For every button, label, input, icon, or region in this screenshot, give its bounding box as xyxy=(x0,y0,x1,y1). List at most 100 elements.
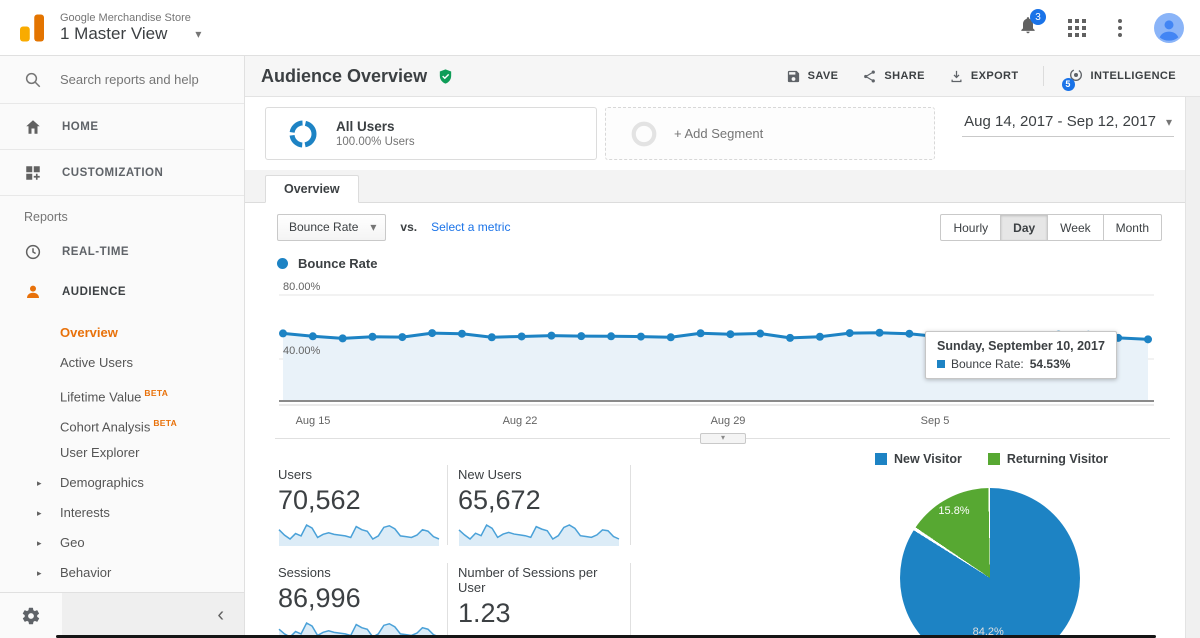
granularity-month-button[interactable]: Month xyxy=(1103,214,1162,241)
share-label: SHARE xyxy=(884,70,925,82)
chevron-right-icon[interactable]: ▸ xyxy=(37,468,42,498)
sidebar-search[interactable] xyxy=(0,56,244,104)
pie-legend-new-visitor: New Visitor xyxy=(875,452,962,466)
collapse-sidebar-button[interactable]: ‹ xyxy=(217,604,224,627)
sidebar-item-customization[interactable]: CUSTOMIZATION xyxy=(0,150,244,196)
metric-value: 86,996 xyxy=(278,583,446,614)
intelligence-button[interactable]: 5 INTELLIGENCE xyxy=(1068,67,1176,86)
sidebar-item-user-explorer[interactable]: User Explorer xyxy=(0,438,244,468)
tab-label: Overview xyxy=(284,182,340,196)
metric-value: 70,562 xyxy=(278,485,446,516)
segment-donut-icon xyxy=(288,119,318,149)
divider xyxy=(447,563,448,638)
subnav-label: Behavior xyxy=(60,565,111,580)
legend-dot-icon xyxy=(277,258,288,269)
sparkline-chart xyxy=(278,521,440,547)
legend-square-icon xyxy=(875,453,887,465)
scorecard-sessions-per-user[interactable]: Number of Sessions per User 1.23 xyxy=(458,565,626,638)
granularity-day-button[interactable]: Day xyxy=(1000,214,1048,241)
audience-subnav: Overview Active Users Lifetime ValueBETA… xyxy=(0,318,244,588)
segment-title: All Users xyxy=(336,119,415,134)
verified-shield-icon xyxy=(437,68,454,85)
sidebar-item-label: CUSTOMIZATION xyxy=(62,167,163,179)
sidebar-item-interests[interactable]: ▸ Interests xyxy=(0,498,244,528)
subnav-label: Demographics xyxy=(60,475,144,490)
subnav-label: Overview xyxy=(60,325,118,340)
export-button[interactable]: EXPORT xyxy=(949,69,1019,84)
admin-settings-button[interactable] xyxy=(0,593,62,638)
segment-all-users[interactable]: All Users 100.00% Users xyxy=(265,107,597,160)
sidebar-item-demographics[interactable]: ▸ Demographics xyxy=(0,468,244,498)
sidebar-item-audience[interactable]: AUDIENCE xyxy=(0,272,244,312)
metric-label: Sessions xyxy=(278,565,446,580)
divider xyxy=(630,563,631,638)
add-segment-label: + Add Segment xyxy=(674,126,763,141)
chevron-down-icon: ▾ xyxy=(370,220,376,234)
search-input[interactable] xyxy=(60,72,225,87)
sidebar-item-lifetime-value[interactable]: Lifetime ValueBETA xyxy=(0,378,244,408)
granularity-toggle: Hourly Day Week Month xyxy=(940,214,1162,241)
chevron-right-icon[interactable]: ▸ xyxy=(37,558,42,588)
empty-segment-donut-icon xyxy=(630,120,658,148)
metric-label: Users xyxy=(278,467,446,482)
scorecard-new-users[interactable]: New Users 65,672 xyxy=(458,467,626,552)
scorecard-sessions[interactable]: Sessions 86,996 xyxy=(278,565,446,638)
sidebar-item-home[interactable]: HOME xyxy=(0,104,244,150)
clock-icon xyxy=(24,243,42,261)
share-button[interactable]: SHARE xyxy=(862,69,925,84)
analytics-app: Google Merchandise Store 1 Master View ▾… xyxy=(0,0,1200,638)
view-name: 1 Master View xyxy=(60,24,167,44)
slider-handle[interactable]: ▾ xyxy=(700,433,746,444)
home-icon xyxy=(24,118,42,136)
date-range-picker[interactable]: Aug 14, 2017 - Sep 12, 2017 ▾ xyxy=(962,111,1174,137)
chevron-right-icon[interactable]: ▸ xyxy=(37,528,42,558)
sidebar-item-overview[interactable]: Overview xyxy=(0,318,244,348)
visitor-type-pie-chart[interactable]: 15.8% 84.2% xyxy=(900,488,1080,638)
granularity-hourly-button[interactable]: Hourly xyxy=(940,214,1001,241)
reports-heading: Reports xyxy=(0,196,244,232)
sidebar-item-behavior[interactable]: ▸ Behavior xyxy=(0,558,244,588)
chevron-right-icon[interactable]: ▸ xyxy=(37,498,42,528)
metric-value: 65,672 xyxy=(458,485,626,516)
audience-person-icon xyxy=(24,283,42,301)
subnav-label: Interests xyxy=(60,505,110,520)
sidebar-item-active-users[interactable]: Active Users xyxy=(0,348,244,378)
tab-bar: Overview xyxy=(245,170,1200,203)
metric-value: 1.23 xyxy=(458,598,626,629)
subnav-label: Cohort Analysis xyxy=(60,419,150,434)
divider xyxy=(447,465,448,545)
pie-legend: New Visitor Returning Visitor xyxy=(875,452,1108,466)
account-switcher[interactable]: Google Merchandise Store 1 Master View ▾ xyxy=(60,12,201,44)
chart-legend: Bounce Rate xyxy=(245,251,1200,275)
sidebar-item-realtime[interactable]: REAL-TIME xyxy=(0,232,244,272)
timeseries-chart[interactable]: 80.00% 40.00% Sunday, September 10, 2017… xyxy=(279,279,1154,411)
sidebar-item-label: HOME xyxy=(62,121,99,133)
sidebar-item-cohort-analysis[interactable]: Cohort AnalysisBETA xyxy=(0,408,244,438)
metric-selector-dropdown[interactable]: Bounce Rate ▾ xyxy=(277,214,386,241)
sidebar-item-geo[interactable]: ▸ Geo xyxy=(0,528,244,558)
user-avatar[interactable] xyxy=(1154,13,1184,43)
scrollbar-track[interactable] xyxy=(1185,97,1200,638)
add-segment-button[interactable]: + Add Segment xyxy=(605,107,935,160)
more-options-kebab-icon[interactable] xyxy=(1116,17,1124,39)
vs-label: vs. xyxy=(400,220,417,234)
scorecard-users[interactable]: Users 70,562 xyxy=(278,467,446,552)
top-bar: Google Merchandise Store 1 Master View ▾… xyxy=(0,0,1200,56)
granularity-week-button[interactable]: Week xyxy=(1047,214,1103,241)
tab-overview[interactable]: Overview xyxy=(265,175,359,203)
legend-square-icon xyxy=(988,453,1000,465)
y-axis-tick: 40.00% xyxy=(283,345,320,357)
notifications-button[interactable]: 3 xyxy=(1018,15,1038,40)
save-label: SAVE xyxy=(808,70,839,82)
select-metric-link[interactable]: Select a metric xyxy=(431,220,510,234)
chevron-down-icon[interactable]: ▾ xyxy=(195,27,201,41)
save-button[interactable]: SAVE xyxy=(786,69,839,84)
x-axis-tick: Aug 29 xyxy=(711,415,746,427)
sidebar-item-label: REAL-TIME xyxy=(62,246,129,258)
metric-label: Number of Sessions per User xyxy=(458,565,626,595)
x-axis-tick: Aug 15 xyxy=(296,415,331,427)
google-apps-grid-icon[interactable] xyxy=(1068,19,1086,37)
metric-label: New Users xyxy=(458,467,626,482)
chevron-down-icon: ▾ xyxy=(1166,115,1172,129)
search-icon xyxy=(24,71,42,89)
